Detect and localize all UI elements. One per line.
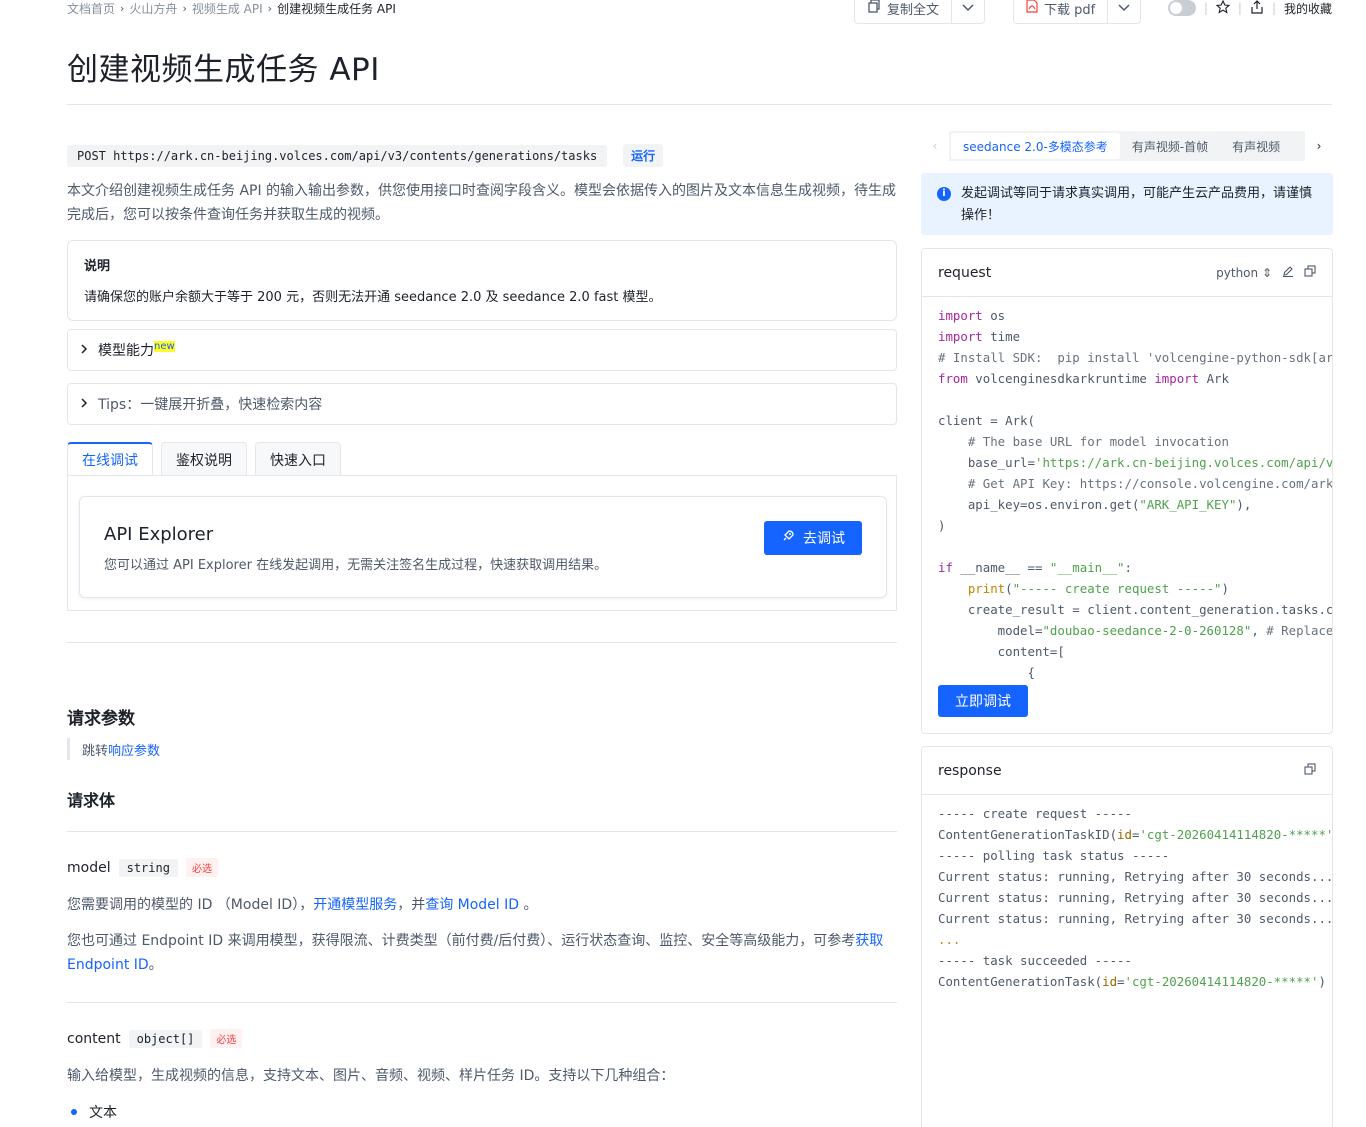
param-type: string <box>118 858 178 877</box>
chevron-right-icon <box>80 397 88 411</box>
copy-icon[interactable] <box>1304 265 1316 280</box>
download-pdf-button-group: 下载 pdf <box>1013 0 1142 24</box>
required-badge: 必选 <box>185 858 218 877</box>
divider <box>67 642 897 643</box>
pdf-icon <box>1026 0 1038 17</box>
param-content: content object[] 必选 <box>67 1029 243 1048</box>
enable-model-link[interactable]: 开通模型服务 <box>313 897 397 913</box>
tab-audio-video-first-frame[interactable]: 有声视频-首帧 <box>1120 133 1220 159</box>
divider <box>67 1002 897 1003</box>
top-right-actions: | | | 我的收藏 <box>1167 0 1332 17</box>
breadcrumb: 文档首页 › 火山方舟 › 视频生成 API › 创建视频生成任务 API <box>67 0 396 16</box>
param-name: model <box>67 859 111 876</box>
tab-bar: 在线调试 鉴权说明 快速入口 <box>67 442 341 476</box>
chevron-right-icon: › <box>267 1 273 15</box>
star-icon[interactable] <box>1215 0 1231 17</box>
chevron-down-icon <box>962 4 974 12</box>
note-box: 说明 请确保您的账户余额大于等于 200 元，否则无法开通 seedance 2… <box>67 240 897 321</box>
go-debug-button[interactable]: 去调试 <box>764 521 862 555</box>
intro-text: 本文介绍创建视频生成任务 API 的输入输出参数，供您使用接口时查阅字段含义。模… <box>67 183 897 223</box>
param-model-desc-2: 您也可通过 Endpoint ID 来调用模型，获得限流、计费类型（前付费/后付… <box>67 933 884 973</box>
param-content-desc: 输入给模型，生成视频的信息，支持文本、图片、音频、视频、样片任务 ID。支持以下… <box>67 1068 675 1084</box>
copy-icon <box>867 0 881 17</box>
cost-alert: i 发起调试等同于请求真实调用，可能产生云产品费用，请谨慎操作！ <box>921 173 1333 235</box>
breadcrumb-item-ark[interactable]: 火山方舟 <box>129 0 177 17</box>
chevron-right-icon <box>80 343 88 357</box>
chevron-left-icon[interactable]: ‹ <box>921 139 949 153</box>
list-item: 文本 <box>67 1102 117 1122</box>
pdf-dropdown-button[interactable] <box>1108 0 1140 23</box>
request-params-heading: 请求参数 <box>67 709 135 729</box>
theme-toggle[interactable] <box>1167 0 1196 16</box>
note-body: 请确保您的账户余额大于等于 200 元，否则无法开通 seedance 2.0 … <box>84 290 662 305</box>
favorites-link[interactable]: 我的收藏 <box>1284 0 1332 17</box>
tab-audio-video[interactable]: 有声视频 <box>1220 133 1292 159</box>
request-panel: request python ⇕ import os import time #… <box>921 248 1333 734</box>
copy-dropdown-button[interactable] <box>952 0 984 23</box>
run-now-button[interactable]: 立即调试 <box>938 685 1028 717</box>
response-code[interactable]: ----- create request ----- ContentGenera… <box>922 795 1332 992</box>
collapse-tips[interactable]: Tips：一键展开折叠，快速检索内容 <box>67 383 897 425</box>
explorer-title: API Explorer <box>104 524 214 545</box>
collapse-label: Tips：一键展开折叠，快速检索内容 <box>98 397 323 413</box>
tab-seedance-multimodal[interactable]: seedance 2.0-多模态参考 <box>951 133 1120 159</box>
collapse-label: 模型能力 <box>98 343 154 359</box>
query-model-id-link[interactable]: 查询 Model ID <box>425 897 519 913</box>
bullet-dot <box>71 1109 77 1115</box>
copy-all-button-group: 复制全文 <box>854 0 986 24</box>
copy-all-button[interactable]: 复制全文 <box>855 0 953 23</box>
breadcrumb-item-home[interactable]: 文档首页 <box>67 0 115 17</box>
tab-panel: API Explorer 您可以通过 API Explorer 在线发起调用，无… <box>67 475 897 611</box>
api-explorer-card: API Explorer 您可以通过 API Explorer 在线发起调用，无… <box>79 496 887 598</box>
divider: | <box>1203 1 1208 15</box>
tab-online-debug[interactable]: 在线调试 <box>67 442 153 476</box>
copy-icon[interactable] <box>1304 763 1316 778</box>
chevron-right-icon: › <box>182 1 187 15</box>
chevron-right-icon[interactable]: › <box>1305 139 1333 153</box>
request-code[interactable]: import os import time # Install SDK: pip… <box>922 297 1332 683</box>
edit-icon[interactable] <box>1282 265 1294 280</box>
info-icon: i <box>937 187 951 201</box>
endpoint-url: POST https://ark.cn-beijing.volces.com/a… <box>67 144 608 167</box>
example-tabs: ‹ seedance 2.0-多模态参考 有声视频-首帧 有声视频 › <box>921 131 1333 161</box>
divider: | <box>1271 1 1276 15</box>
endpoint-row: POST https://ark.cn-beijing.volces.com/a… <box>67 144 664 167</box>
run-link[interactable]: 运行 <box>623 144 664 167</box>
note-title: 说明 <box>84 259 111 274</box>
tab-auth[interactable]: 鉴权说明 <box>161 442 247 476</box>
chevron-down-icon <box>1118 4 1130 12</box>
collapse-model-capability[interactable]: 模型能力new <box>67 329 897 371</box>
param-model-desc-1: 您需要调用的模型的 ID （Model ID），开通模型服务，并查询 Model… <box>67 897 538 913</box>
new-badge: new <box>154 341 175 353</box>
request-panel-title: request <box>938 264 992 281</box>
page-title: 创建视频生成任务 API <box>67 52 380 88</box>
param-name: content <box>67 1030 121 1047</box>
request-body-heading: 请求体 <box>67 791 116 810</box>
language-select[interactable]: python ⇕ <box>1216 266 1272 280</box>
response-panel-title: response <box>938 762 1002 779</box>
required-badge: 必选 <box>210 1029 243 1048</box>
divider: | <box>1237 1 1242 15</box>
divider <box>67 831 897 832</box>
divider <box>67 104 1332 105</box>
param-type: object[] <box>128 1029 203 1048</box>
download-pdf-button[interactable]: 下载 pdf <box>1014 0 1109 23</box>
param-model: model string 必选 <box>67 858 218 877</box>
chevron-right-icon: › <box>120 1 125 15</box>
response-panel: response ----- create request ----- Cont… <box>921 746 1333 1127</box>
rocket-icon <box>781 529 795 547</box>
tab-quick-entry[interactable]: 快速入口 <box>255 442 341 476</box>
explorer-desc: 您可以通过 API Explorer 在线发起调用，无需关注签名生成过程，快速获… <box>104 558 608 573</box>
jump-quote: 跳转 响应参数 <box>67 738 160 760</box>
breadcrumb-item-current: 创建视频生成任务 API <box>277 1 396 16</box>
response-params-link[interactable]: 响应参数 <box>108 740 160 759</box>
breadcrumb-item-video-api[interactable]: 视频生成 API <box>192 0 263 17</box>
share-icon[interactable] <box>1250 0 1264 17</box>
